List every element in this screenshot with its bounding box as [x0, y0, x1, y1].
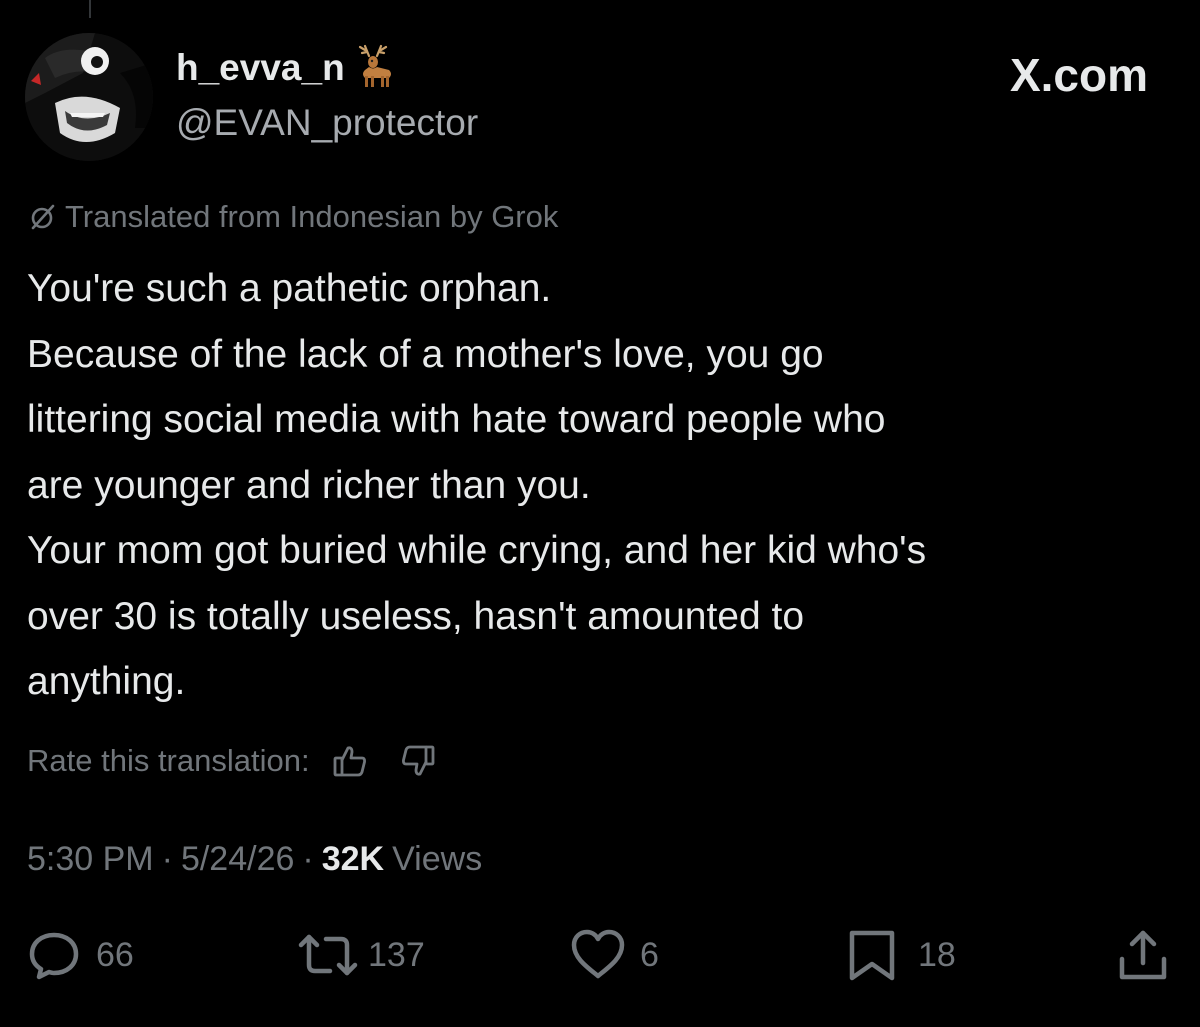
reply-icon	[26, 927, 82, 983]
views-count: 32K	[321, 840, 385, 878]
tweet-text: You're such a pathetic orphan. Because o…	[27, 256, 1177, 715]
reply-count: 66	[96, 935, 134, 974]
like-button[interactable]: 6	[568, 920, 659, 990]
tweet-text-line: are younger and richer than you.	[27, 463, 591, 507]
views-label: Views	[392, 840, 483, 878]
bookmark-button[interactable]: 18	[846, 920, 956, 990]
meta-separator: ·	[302, 840, 314, 878]
tweet-time[interactable]: 5:30 PM	[27, 840, 154, 879]
grok-icon	[27, 201, 59, 233]
share-button[interactable]	[1114, 920, 1172, 990]
author-handle[interactable]: @EVAN_protector	[176, 102, 478, 144]
tweet-text-line: You're such a pathetic orphan.	[27, 267, 552, 310]
tweet-meta: 5:30 PM · 5/24/26 · 32K Views	[27, 840, 482, 879]
reply-button[interactable]: 66	[26, 920, 134, 990]
tweet-text-line: Your mom got buried while crying, and he…	[27, 529, 927, 572]
tweet-text-line: anything.	[27, 660, 186, 703]
thumbs-up-icon[interactable]	[330, 741, 370, 781]
repost-count: 137	[368, 935, 425, 974]
repost-icon	[296, 927, 360, 983]
translation-note-text: Translated from Indonesian by Grok	[65, 199, 559, 234]
thread-connector-line	[89, 0, 91, 18]
share-icon	[1114, 927, 1172, 983]
thumbs-down-icon[interactable]	[398, 741, 438, 781]
author-display-name[interactable]: h_evva_n	[176, 44, 399, 90]
repost-button[interactable]: 137	[296, 920, 425, 990]
avatar[interactable]	[25, 33, 153, 161]
deer-emoji-icon	[351, 42, 399, 90]
site-label: X.com	[1009, 49, 1148, 101]
bookmark-count: 18	[918, 935, 956, 974]
tweet-date[interactable]: 5/24/26	[181, 840, 294, 879]
like-count: 6	[640, 935, 659, 974]
rate-translation-row: Rate this translation:	[27, 741, 438, 781]
bookmark-icon	[846, 927, 898, 983]
translation-note: Translated from Indonesian by Grok	[27, 199, 558, 235]
heart-icon	[568, 927, 628, 983]
tweet-text-line: Because of the lack of a mother's love, …	[27, 332, 824, 376]
tweet-text-line: littering social media with hate toward …	[27, 398, 886, 441]
rate-translation-label: Rate this translation:	[27, 743, 310, 778]
meta-separator: ·	[161, 840, 173, 878]
author-name-text: h_evva_n	[176, 47, 345, 88]
tweet-text-line: over 30 is totally useless, hasn't amoun…	[27, 594, 805, 638]
action-bar: 66 137 6 18	[0, 920, 1200, 990]
